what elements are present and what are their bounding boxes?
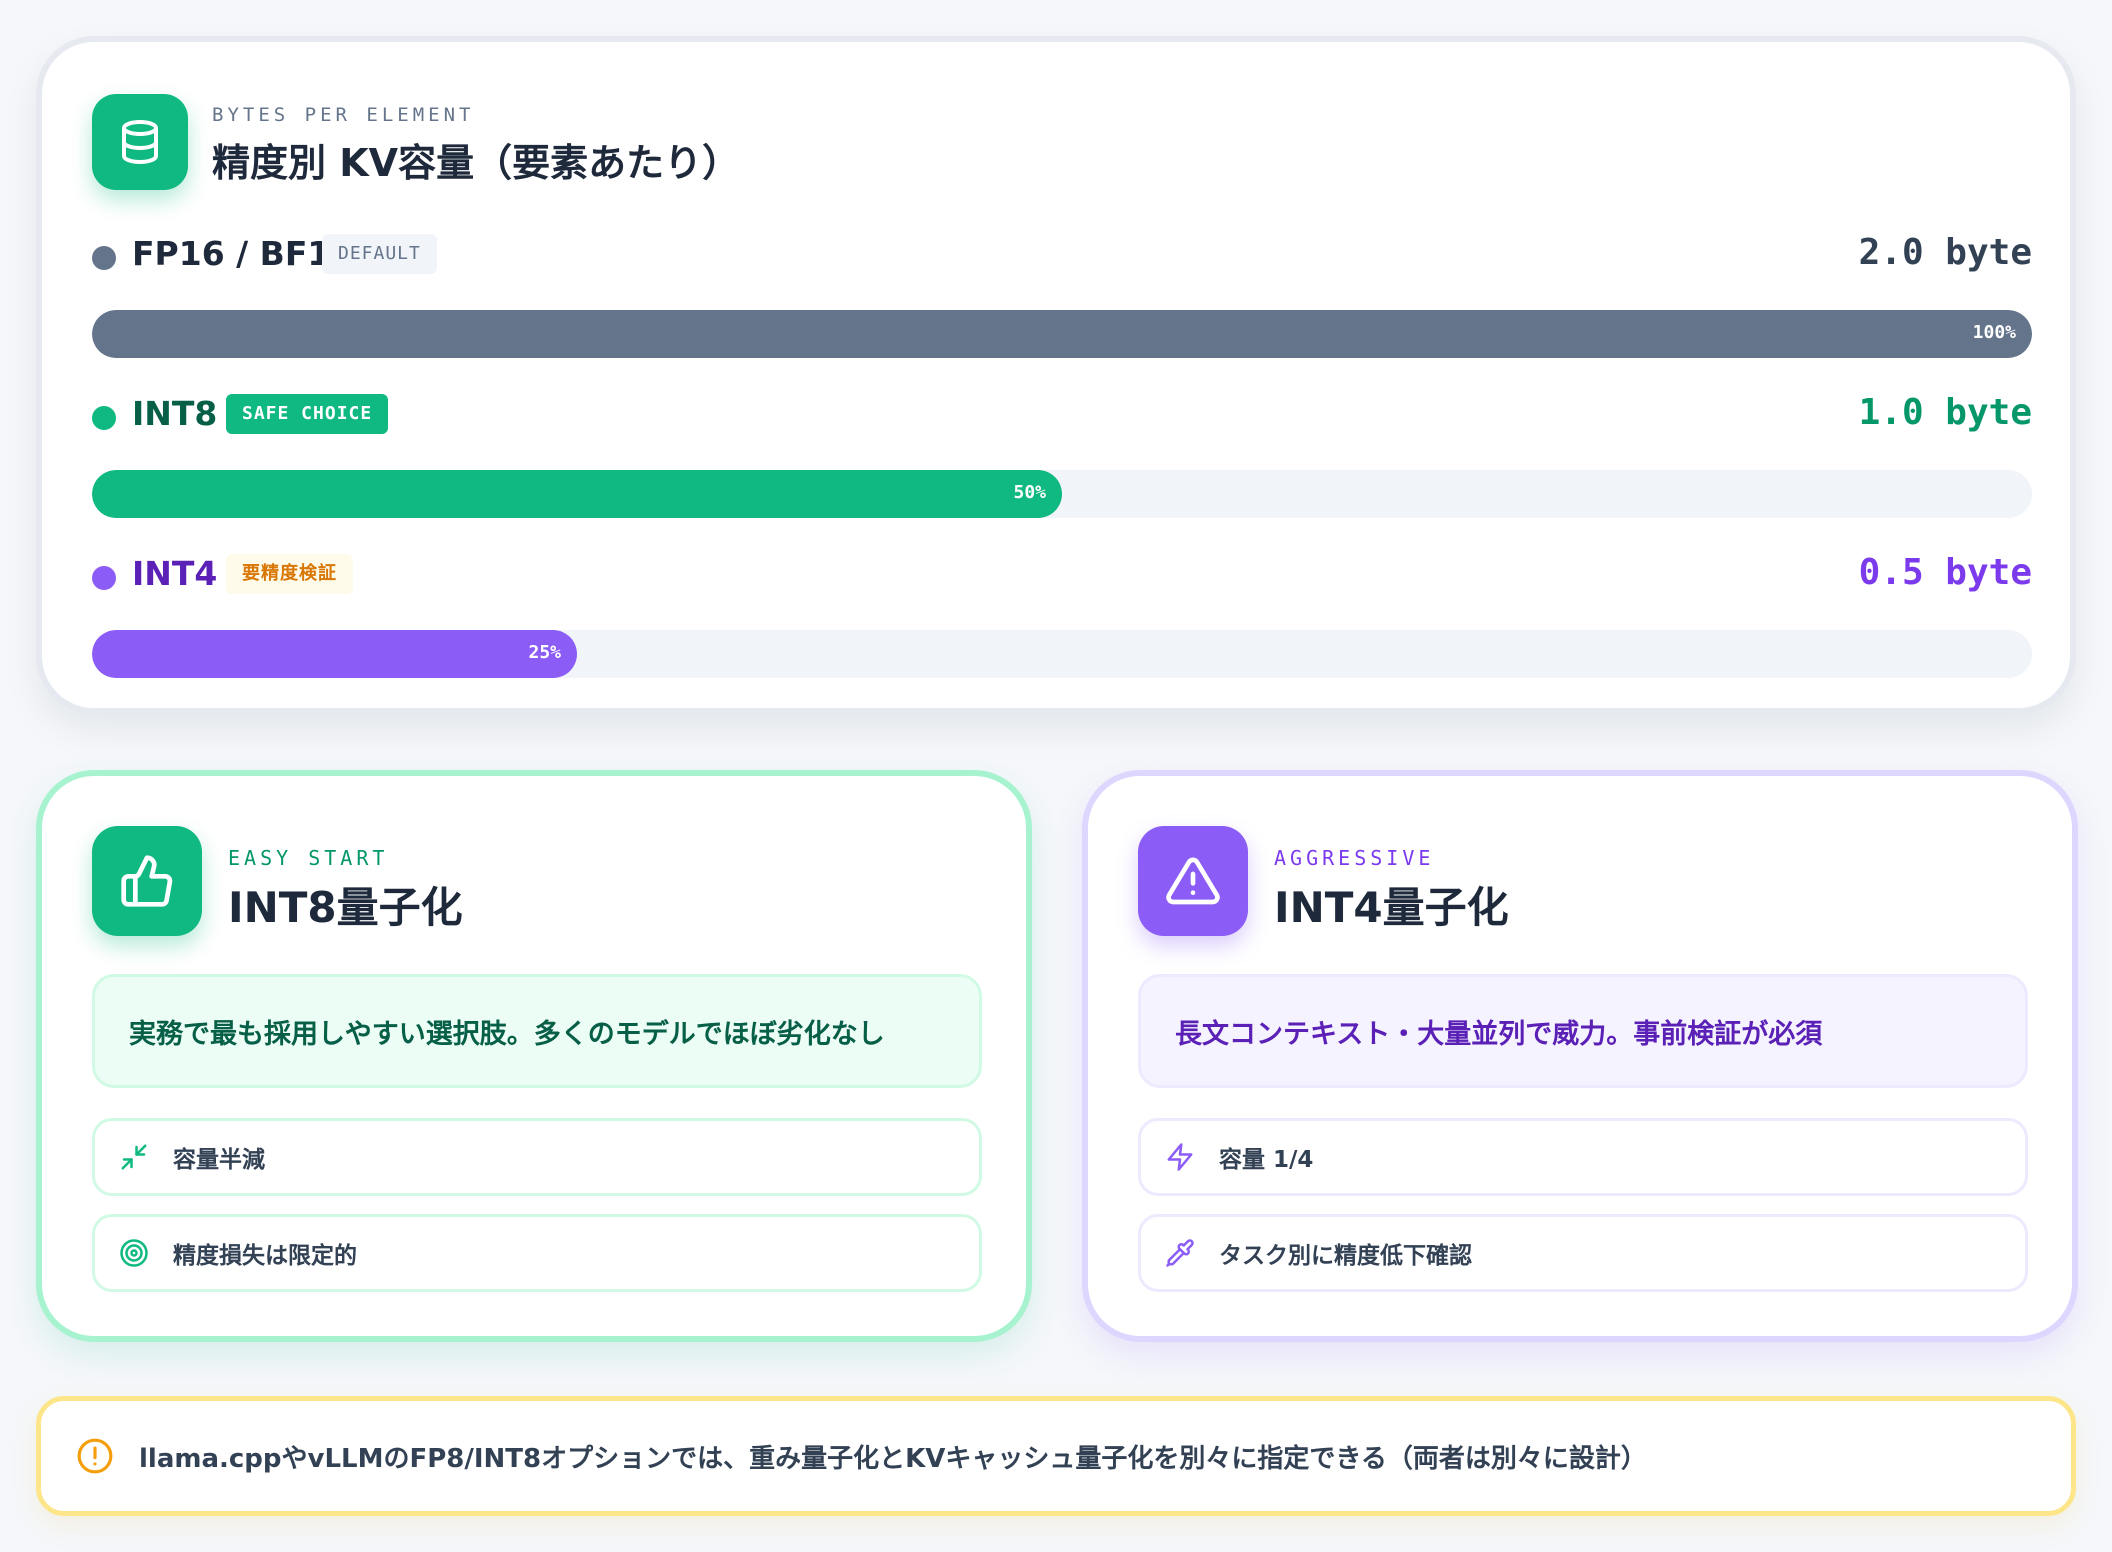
- precision-row-fp16: FP16 / BF16 DEFAULT 2.0 byte 100%: [92, 228, 2032, 378]
- card-eyebrow: AGGRESSIVE: [1274, 846, 1435, 870]
- feature-item: 精度損失は限定的: [92, 1214, 982, 1292]
- capacity-bar-fill: 100%: [92, 310, 2032, 358]
- capacity-bar-track: 50%: [92, 470, 2032, 518]
- feature-label: タスク別に精度低下確認: [1219, 1243, 1472, 1269]
- card-title: 精度別 KV容量（要素あたり）: [212, 141, 741, 185]
- feature-item: 容量 1/4: [1138, 1118, 2028, 1196]
- capacity-bar-fill: 25%: [92, 630, 577, 678]
- warning-triangle-icon: [1138, 826, 1248, 936]
- safe-choice-badge: SAFE CHOICE: [226, 394, 389, 434]
- bytes-value: 2.0 byte: [1858, 232, 2032, 273]
- card-eyebrow: BYTES PER ELEMENT: [212, 104, 475, 126]
- lightning-icon: [1163, 1140, 1197, 1174]
- int8-card: EASY START INT8量子化 実務で最も採用しやすい選択肢。多くのモデル…: [36, 770, 1032, 1342]
- kv-capacity-card: BYTES PER ELEMENT 精度別 KV容量（要素あたり） FP16 /…: [36, 36, 2076, 714]
- card-title: INT4量子化: [1274, 883, 1509, 932]
- capacity-bar-track: 100%: [92, 310, 2032, 358]
- precision-name: INT8: [132, 394, 218, 433]
- verify-precision-badge: 要精度検証: [226, 554, 353, 594]
- int8-dot: [92, 406, 116, 430]
- thumbs-up-icon: [92, 826, 202, 936]
- minimize-arrows-icon: [117, 1140, 151, 1174]
- card-description: 実務で最も採用しやすい選択肢。多くのモデルでほぼ劣化なし: [92, 974, 982, 1088]
- note-text: llama.cppやvLLMのFP8/INT8オプションでは、重み量子化とKVキ…: [139, 1443, 1647, 1474]
- feature-label: 容量 1/4: [1219, 1147, 1314, 1173]
- target-icon: [117, 1236, 151, 1270]
- bytes-value: 0.5 byte: [1858, 552, 2032, 593]
- precision-row-int4: INT4 要精度検証 0.5 byte 25%: [92, 548, 2032, 698]
- capacity-bar-fill: 50%: [92, 470, 1062, 518]
- capacity-bar-track: 25%: [92, 630, 2032, 678]
- percent-label: 50%: [1013, 482, 1046, 503]
- feature-label: 精度損失は限定的: [173, 1243, 357, 1269]
- feature-item: タスク別に精度低下確認: [1138, 1214, 2028, 1292]
- feature-item: 容量半減: [92, 1118, 982, 1196]
- fp16-dot: [92, 246, 116, 270]
- precision-name: INT4: [132, 554, 218, 593]
- percent-label: 25%: [528, 642, 561, 663]
- bytes-value: 1.0 byte: [1858, 392, 2032, 433]
- alert-circle-icon: [75, 1436, 115, 1476]
- feature-label: 容量半減: [173, 1147, 265, 1173]
- int4-card: AGGRESSIVE INT4量子化 長文コンテキスト・大量並列で威力。事前検証…: [1082, 770, 2078, 1342]
- precision-name: FP16 / BF16: [132, 234, 354, 273]
- int4-dot: [92, 566, 116, 590]
- database-icon: [92, 94, 188, 190]
- card-title: INT8量子化: [228, 883, 463, 932]
- pipette-icon: [1163, 1236, 1197, 1270]
- precision-row-int8: INT8 SAFE CHOICE 1.0 byte 50%: [92, 388, 2032, 538]
- percent-label: 100%: [1972, 322, 2016, 343]
- default-badge: DEFAULT: [322, 234, 437, 274]
- card-description: 長文コンテキスト・大量並列で威力。事前検証が必須: [1138, 974, 2028, 1088]
- card-eyebrow: EASY START: [228, 846, 389, 870]
- info-note: llama.cppやvLLMのFP8/INT8オプションでは、重み量子化とKVキ…: [36, 1396, 2076, 1516]
